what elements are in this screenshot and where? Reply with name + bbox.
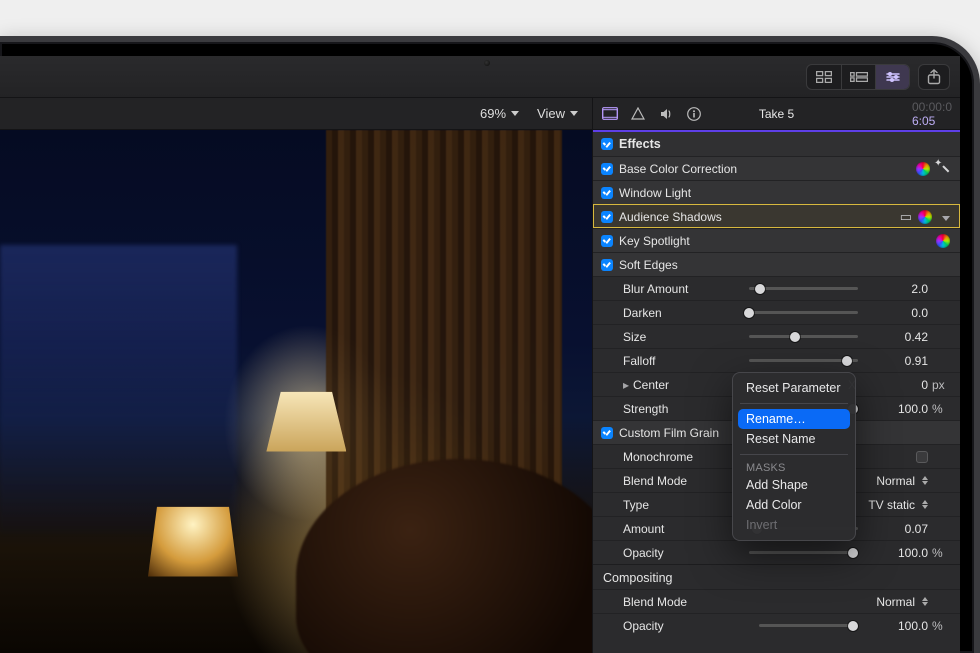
zoom-menu[interactable]: 69% [480,106,519,121]
camera-dot [484,60,490,66]
param-darken: Darken 0.0 [593,300,960,324]
comp-blend-mode-popup[interactable]: Normal [876,595,928,609]
slider-opacity-grain[interactable] [743,551,864,554]
compositing-section-header[interactable]: Compositing [593,564,960,589]
laptop-bezel: 69% View [0,36,980,653]
param-blur-amount: Blur Amount 2.0 [593,276,960,300]
color-wheel-icon[interactable] [918,210,932,224]
tab-info-icon[interactable] [685,105,703,123]
value-size[interactable]: 0.42 [864,330,928,344]
param-comp-blend-mode: Blend Mode Normal [593,589,960,613]
effects-section-label: Effects [619,137,661,151]
tab-audio-icon[interactable] [657,105,675,123]
inspector-pane: Take 5 00:00:06:05 Effects Base Color Co… [592,98,960,653]
view-menu[interactable]: View [537,106,578,121]
ctx-rename[interactable]: Rename… [738,409,850,429]
app-toolbar [0,56,960,98]
ctx-reset-parameter[interactable]: Reset Parameter [738,378,850,398]
wand-icon[interactable] [936,162,950,176]
monochrome-checkbox[interactable] [916,451,928,463]
share-button[interactable] [918,64,950,90]
type-popup[interactable]: TV static [868,498,928,512]
inspector-header: Take 5 00:00:06:05 [593,98,960,130]
slider-blur-amount[interactable] [743,287,864,290]
app-window: 69% View [0,56,960,653]
color-wheel-icon[interactable] [916,162,930,176]
effects-checkbox[interactable] [601,138,613,150]
effect-row-soft-edges[interactable]: Soft Edges [593,252,960,276]
preview-image [0,130,592,653]
param-comp-opacity: Opacity 100.0 % [593,613,960,637]
value-falloff[interactable]: 0.91 [864,354,928,368]
effects-list: Base Color Correction Window Light Au [593,156,960,276]
slider-comp-opacity[interactable] [753,624,864,627]
ctx-add-color[interactable]: Add Color [738,495,850,515]
effect-checkbox[interactable] [601,211,613,223]
slider-falloff[interactable] [743,359,864,362]
value-opacity-grain[interactable]: 100.0 [864,546,928,560]
viewer-canvas[interactable] [0,130,592,653]
effect-checkbox[interactable] [601,235,613,247]
ctx-add-shape[interactable]: Add Shape [738,475,850,495]
ctx-invert: Invert [738,515,850,535]
param-opacity-grain: Opacity 100.0 % [593,540,960,564]
layout-inspector-button[interactable] [875,65,909,89]
mask-icon[interactable] [900,209,912,225]
viewer-toolbar: 69% View [0,98,592,130]
timecode[interactable]: 00:00:06:05 [912,100,952,128]
layout-segmented [806,64,910,90]
tab-video-icon[interactable] [601,105,619,123]
slider-size[interactable] [743,335,864,338]
effect-checkbox[interactable] [601,427,613,439]
value-center-x[interactable]: 0 [864,378,928,392]
ctx-section-masks: MASKS [738,460,850,475]
value-blur-amount[interactable]: 2.0 [864,282,928,296]
context-menu: Reset Parameter Rename… Reset Name MASKS… [732,372,856,541]
effect-row-window-light[interactable]: Window Light [593,180,960,204]
ctx-reset-name[interactable]: Reset Name [738,429,850,449]
effect-checkbox[interactable] [601,187,613,199]
blend-mode-popup[interactable]: Normal [876,474,928,488]
slider-darken[interactable] [743,311,864,314]
effects-section-header[interactable]: Effects [593,132,960,156]
effect-options-dropdown[interactable] [938,210,950,224]
disclosure-icon[interactable]: ▸ [623,378,633,392]
tab-color-icon[interactable] [629,105,647,123]
effect-checkbox[interactable] [601,163,613,175]
value-darken[interactable]: 0.0 [864,306,928,320]
color-wheel-icon[interactable] [936,234,950,248]
effect-checkbox[interactable] [601,259,613,271]
effect-row-key-spotlight[interactable]: Key Spotlight [593,228,960,252]
value-amount[interactable]: 0.07 [864,522,928,536]
layout-compact-button[interactable] [841,65,875,89]
effect-row-audience-shadows[interactable]: Audience Shadows [593,204,960,228]
viewer-pane: 69% View [0,98,592,653]
layout-grid-button[interactable] [807,65,841,89]
param-size: Size 0.42 [593,324,960,348]
effect-row-base-color[interactable]: Base Color Correction [593,156,960,180]
value-strength[interactable]: 100.0 [864,402,928,416]
value-comp-opacity[interactable]: 100.0 [864,619,928,633]
param-falloff: Falloff 0.91 [593,348,960,372]
